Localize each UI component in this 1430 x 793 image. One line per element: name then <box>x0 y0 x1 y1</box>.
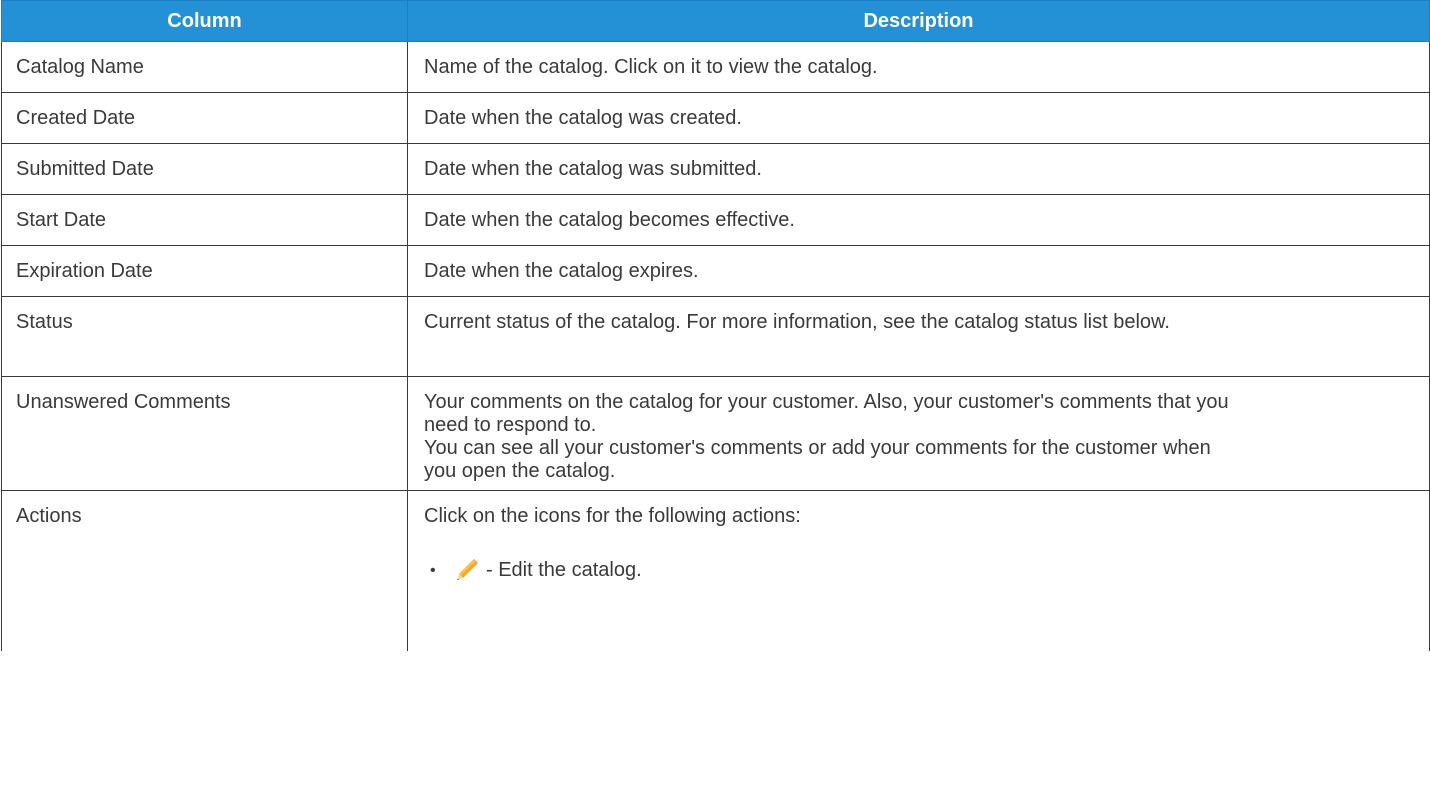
description-text: Date when the catalog was submitted. <box>424 158 762 180</box>
row-description: Current status of the catalog. For more … <box>407 296 1430 377</box>
description-text: You can see all your customer's comments… <box>424 437 1211 482</box>
description-text: Date when the catalog was created. <box>424 107 742 129</box>
row-description: Date when the catalog becomes effective. <box>407 194 1430 246</box>
table-row: Actions Click on the icons for the follo… <box>1 490 1430 651</box>
row-column-name: Catalog Name <box>1 41 408 93</box>
row-description: Date when the catalog expires. <box>407 245 1430 297</box>
row-column-name: Start Date <box>1 194 408 246</box>
pencil-icon[interactable] <box>454 557 480 583</box>
row-column-name: Submitted Date <box>1 143 408 195</box>
row-description: Your comments on the catalog for your cu… <box>407 376 1430 491</box>
table-row: Status Current status of the catalog. Fo… <box>1 296 1430 377</box>
row-description: Click on the icons for the following act… <box>407 490 1430 651</box>
row-column-name: Unanswered Comments <box>1 376 408 491</box>
edit-action-text: - Edit the catalog. <box>486 558 642 581</box>
table-header-row: Column Description <box>1 0 1430 42</box>
row-column-name: Expiration Date <box>1 245 408 297</box>
actions-list: • - Edit the catalog. <box>424 550 1417 590</box>
table-row: Created Date Date when the catalog was c… <box>1 92 1430 144</box>
description-text: Date when the catalog expires. <box>424 260 699 282</box>
row-description: Date when the catalog was created. <box>407 92 1430 144</box>
row-description: Name of the catalog. Click on it to view… <box>407 41 1430 93</box>
table-row: Catalog Name Name of the catalog. Click … <box>1 41 1430 93</box>
row-description: Date when the catalog was submitted. <box>407 143 1430 195</box>
table-row: Expiration Date Date when the catalog ex… <box>1 245 1430 297</box>
bullet: • <box>430 561 436 579</box>
column-description-table: Column Description Catalog Name Name of … <box>1 0 1430 651</box>
description-text: Date when the catalog becomes effective. <box>424 209 795 231</box>
description-text: Your comments on the catalog for your cu… <box>424 391 1229 436</box>
table-row: Start Date Date when the catalog becomes… <box>1 194 1430 246</box>
description-header: Description <box>407 0 1430 42</box>
description-text: Click on the icons for the following act… <box>424 505 801 527</box>
row-column-name: Status <box>1 296 408 377</box>
row-column-name: Actions <box>1 490 408 651</box>
row-column-name: Created Date <box>1 92 408 144</box>
description-text: Name of the catalog. Click on it to view… <box>424 56 878 78</box>
column-header: Column <box>1 0 408 42</box>
table-row: Unanswered Comments Your comments on the… <box>1 376 1430 491</box>
list-item: • - Edit the catalog. <box>424 550 1417 590</box>
description-text: Current status of the catalog. For more … <box>424 311 1170 333</box>
table-row: Submitted Date Date when the catalog was… <box>1 143 1430 195</box>
